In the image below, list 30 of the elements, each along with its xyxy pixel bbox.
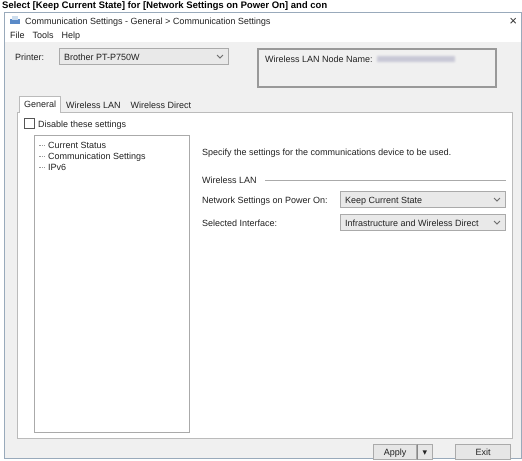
printer-label: Printer: (15, 51, 46, 64)
group-label: Wireless LAN (202, 175, 257, 185)
dropdown-button[interactable]: ▾ (417, 444, 433, 460)
checkbox[interactable] (24, 118, 35, 129)
printer-icon (9, 16, 21, 26)
tab[interactable]: Wireless Direct (126, 97, 196, 112)
dropdown-field[interactable]: Brother PT-P750W (59, 48, 229, 65)
chevron-down-icon (493, 220, 501, 225)
menu-item[interactable]: Help (62, 30, 80, 40)
menu-item[interactable]: File (10, 30, 25, 40)
window-title: Communication Settings - General > Communication Settings (25, 16, 272, 26)
exit-button[interactable]: Exit (455, 444, 511, 460)
node-name-label: Wireless LAN Node Name: (265, 54, 373, 64)
tree-item[interactable]: Communication Settings (48, 151, 146, 162)
tree-item[interactable]: Current Status (48, 140, 106, 151)
tab[interactable]: Wireless LAN (61, 97, 126, 112)
tree-item[interactable]: IPv6 (48, 162, 66, 173)
close-icon[interactable]: × (509, 13, 517, 28)
apply-button[interactable]: Apply (373, 444, 417, 460)
description-text: Specify the settings for the communications device to be used. (202, 147, 452, 157)
setting-label: Network Settings on Power On: (202, 194, 329, 204)
dropdown-field[interactable]: Keep Current State (340, 191, 506, 208)
tab[interactable]: General (19, 96, 62, 113)
dropdown-field[interactable]: Infrastructure and Wireless Direct (340, 214, 506, 231)
checkbox-label: Disable these settings (38, 118, 126, 128)
menu-item[interactable]: Tools (32, 30, 54, 40)
chevron-down-icon (216, 54, 224, 59)
chevron-down-icon (493, 197, 501, 202)
setting-label: Selected Interface: (202, 218, 278, 228)
caption-text: Select [Keep Current State] for [Network Settings on Power On] and con (2, 0, 328, 11)
